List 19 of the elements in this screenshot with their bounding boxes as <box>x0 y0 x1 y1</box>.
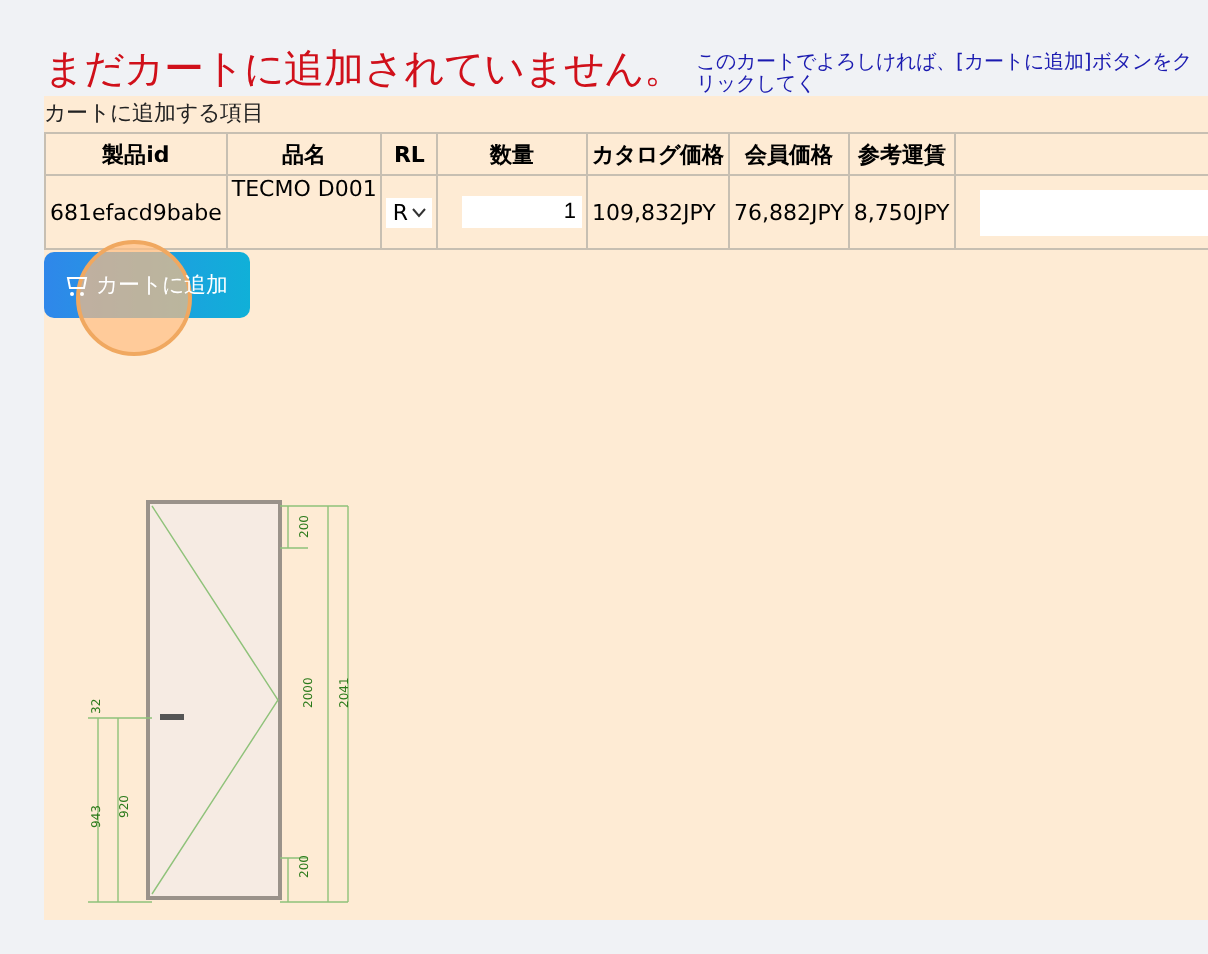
column-header: カタログ価格 <box>587 133 730 175</box>
column-header: 製品id <box>45 133 227 175</box>
quantity-field[interactable]: 1 <box>462 196 583 228</box>
rl-select[interactable]: R <box>386 197 433 227</box>
column-header: 会員価格 <box>729 133 849 175</box>
status-heading: まだカートに追加されていません。 <box>44 46 684 96</box>
column-header: 品名 <box>226 133 382 175</box>
chevron-icon <box>412 207 427 217</box>
instruction-text: このカートでよろしければ、[カートに追加]ボタンをクリックしてく <box>696 52 1194 96</box>
table-cell: 76,882JPY <box>729 175 849 249</box>
table-cell: 8,750JPY <box>848 175 955 249</box>
column-header: 数量 <box>437 133 588 175</box>
column-header: RL <box>381 133 438 175</box>
column-header: 参考運賃 <box>848 133 955 175</box>
section-label: カートに追加する項目 <box>44 98 266 130</box>
table-cell: 109,832JPY <box>587 175 730 249</box>
cart-icon <box>66 273 90 297</box>
table-cell: TECMO D001 <box>226 175 382 249</box>
input-field[interactable] <box>979 189 1208 235</box>
